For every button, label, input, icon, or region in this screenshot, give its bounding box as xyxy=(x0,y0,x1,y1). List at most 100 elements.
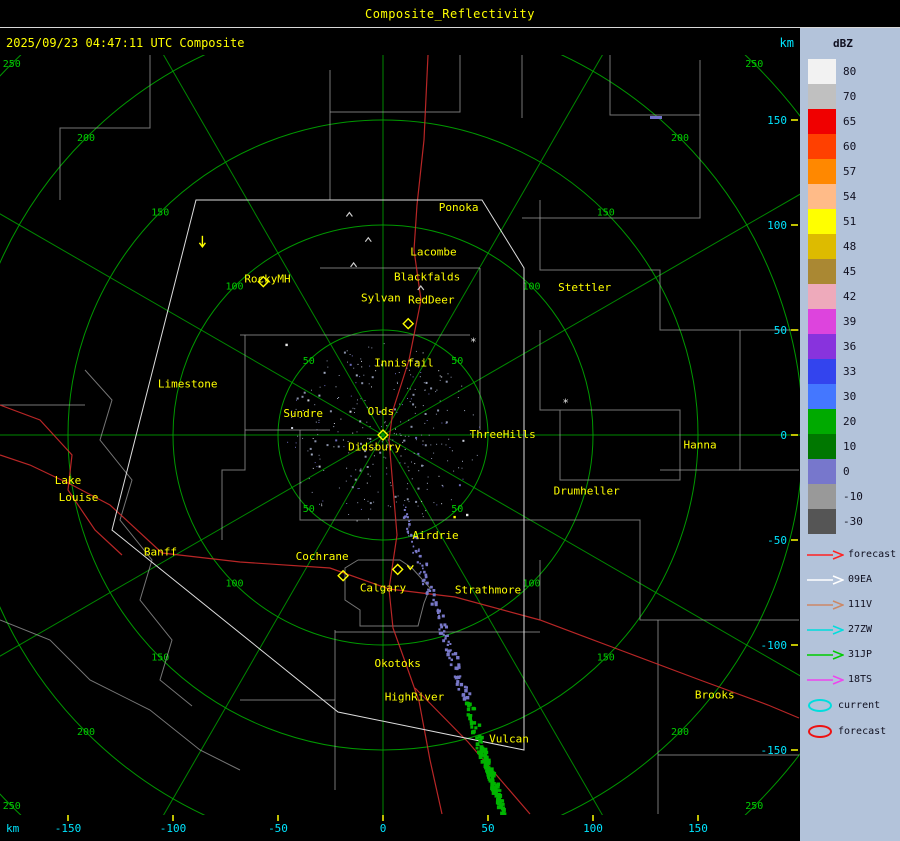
echo-speckle xyxy=(412,393,415,396)
vector-arrow-icon xyxy=(807,599,844,610)
radar-display[interactable]: 50 50 50 50 100 100 100 100 150 150 150 150 200 200 20… xyxy=(0,28,800,841)
echo-speckle xyxy=(435,413,437,415)
vector-row: 27ZW xyxy=(806,617,900,642)
echo-streak-dot xyxy=(442,639,446,643)
echo-speckle xyxy=(335,439,338,442)
x-tick-label: 100 xyxy=(583,822,603,835)
echo-speckle xyxy=(424,422,426,424)
echo-streak-dot xyxy=(477,723,482,727)
echo-streak-dot xyxy=(497,803,501,806)
echo-speckle xyxy=(461,385,463,387)
echo-speckle xyxy=(375,370,377,372)
echo-streak-dot xyxy=(488,760,491,764)
city-label: Stettler xyxy=(558,281,611,294)
dbz-swatch xyxy=(808,359,836,384)
echo-streak-dot xyxy=(440,625,443,629)
echo-speckle xyxy=(415,439,417,441)
echo-speckle xyxy=(450,499,452,501)
echo-speckle xyxy=(354,478,357,481)
echo-streak-dot xyxy=(412,545,415,548)
echo-speckle xyxy=(319,458,321,460)
radar-canvas[interactable]: 50 50 50 50 100 100 100 100 150 150 150 150 200 200 20… xyxy=(0,28,800,841)
echo-speckle xyxy=(357,363,359,365)
echo-speckle xyxy=(408,419,410,421)
echo-streak-dot xyxy=(456,656,460,660)
echo-speckle xyxy=(394,495,397,498)
range-ring-label: 100 xyxy=(225,282,243,293)
echo-streak-dot xyxy=(434,601,438,604)
echo-streak-dot xyxy=(456,680,460,684)
echo-speckle xyxy=(395,428,396,430)
echo-speckle xyxy=(436,389,438,391)
echo-streak-dot xyxy=(465,686,468,689)
echo-streak-dot xyxy=(484,758,487,761)
city-label: Limestone xyxy=(158,378,218,391)
echo-speckle xyxy=(400,434,402,436)
echo-streak-dot xyxy=(408,520,410,522)
dbz-swatch xyxy=(808,134,836,159)
echo-streak-dot xyxy=(402,516,406,519)
range-ring-label: 100 xyxy=(522,578,540,589)
x-tick-label: 150 xyxy=(688,822,708,835)
echo-speckle xyxy=(384,422,386,424)
range-ring-label: 100 xyxy=(225,578,243,589)
vector-arrow-icon xyxy=(807,549,844,560)
echo-speckle xyxy=(433,452,435,454)
echo-streak-dot xyxy=(406,516,409,519)
echo-speckle xyxy=(350,395,352,397)
dbz-swatch xyxy=(808,84,836,109)
echo-streak-dot xyxy=(468,692,472,696)
echo-speckle xyxy=(417,505,419,507)
echo-speckle xyxy=(368,346,370,348)
echo-streak-dot xyxy=(442,633,445,636)
echo-speckle xyxy=(431,458,433,459)
dbz-swatch xyxy=(808,484,836,509)
echo-speckle xyxy=(319,386,321,388)
ellipse-row: current xyxy=(808,692,900,718)
echo-speckle xyxy=(366,421,368,423)
echo-speckle xyxy=(408,435,410,437)
echo-speckle xyxy=(356,520,358,522)
echo-streak-dot xyxy=(408,526,410,528)
echo-speckle xyxy=(337,445,340,448)
echo-streak-dot xyxy=(468,716,472,721)
echo-speckle xyxy=(436,443,438,445)
echo-streak-dot xyxy=(458,664,461,667)
city-label: Okotoks xyxy=(375,657,421,670)
echo-speckle xyxy=(445,380,448,383)
echo-speckle xyxy=(369,437,372,440)
echo-speckle xyxy=(360,508,362,510)
echo-speckle xyxy=(302,437,304,439)
echo-speckle xyxy=(314,462,316,464)
dbz-row: 70 xyxy=(808,84,900,109)
echo-streak-dot xyxy=(448,656,451,660)
echo-speckle xyxy=(407,387,409,389)
echo-speckle xyxy=(348,514,350,515)
echo-speckle xyxy=(307,450,309,452)
city-label: Lacombe xyxy=(410,245,456,258)
echo-streak-dot xyxy=(410,519,412,521)
dbz-value: 51 xyxy=(843,215,857,228)
echo-speckle xyxy=(438,475,440,477)
vector-arrow-icon xyxy=(807,624,844,635)
echo-speckle xyxy=(364,498,365,500)
vector-label: 31JP xyxy=(848,649,873,660)
echo-speckle xyxy=(406,498,409,501)
echo-speckle xyxy=(439,375,441,377)
echo-streak-dot xyxy=(445,625,448,629)
echo-speckle xyxy=(312,467,314,469)
color-scale: 80 70 65 60 57 54 51 48 45 42 39 36 33 30 20 10 0 -10 -30 xyxy=(800,59,900,534)
echo-speckle xyxy=(404,448,406,450)
echo-streak-dot xyxy=(486,769,490,775)
radar-window: Composite_Reflectivity 50 50 50 50 100 100 100… xyxy=(0,0,900,841)
x-tick-label: 0 xyxy=(380,822,387,835)
echo-speckle xyxy=(363,374,365,376)
echo-speckle xyxy=(311,491,313,493)
y-tick-label: -100 xyxy=(761,639,788,652)
echo-streak-dot xyxy=(403,509,406,511)
echo-streak-dot xyxy=(469,722,473,726)
echo-speckle xyxy=(359,420,362,423)
echo-speckle xyxy=(404,500,406,501)
echo-streak-dot xyxy=(406,513,409,516)
echo-streak-dot xyxy=(454,676,459,680)
